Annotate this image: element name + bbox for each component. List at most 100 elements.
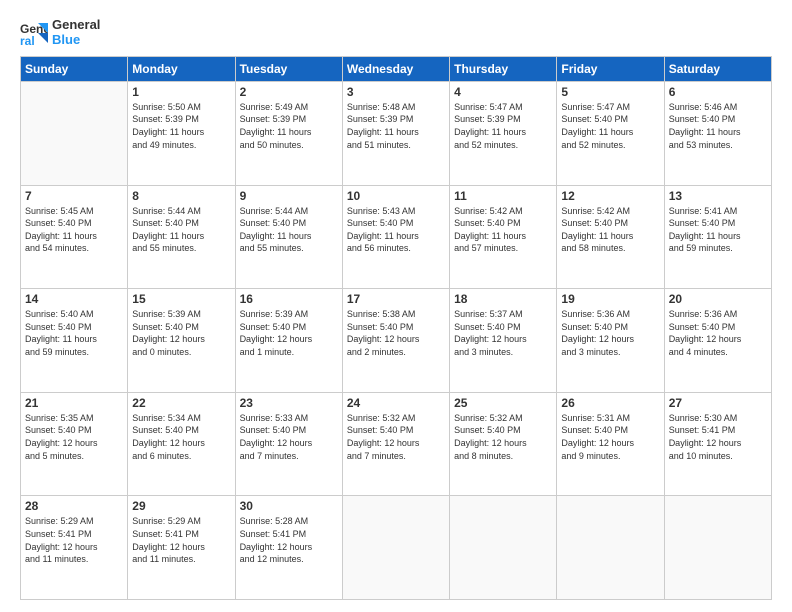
calendar-cell xyxy=(21,81,128,185)
calendar-cell: 20 Sunrise: 5:36 AM Sunset: 5:40 PM Dayli… xyxy=(664,289,771,393)
logo-general2: ral xyxy=(85,17,101,32)
calendar-cell: 21 Sunrise: 5:35 AM Sunset: 5:40 PM Dayli… xyxy=(21,392,128,496)
day-info: Sunrise: 5:39 AM Sunset: 5:40 PM Dayligh… xyxy=(132,308,230,358)
day-number: 18 xyxy=(454,292,552,306)
calendar-cell: 14 Sunrise: 5:40 AM Sunset: 5:40 PM Dayli… xyxy=(21,289,128,393)
weekday-header-tuesday: Tuesday xyxy=(235,56,342,81)
weekday-header-friday: Friday xyxy=(557,56,664,81)
week-row-3: 14 Sunrise: 5:40 AM Sunset: 5:40 PM Dayli… xyxy=(21,289,772,393)
weekday-header-sunday: Sunday xyxy=(21,56,128,81)
day-number: 7 xyxy=(25,189,123,203)
header: Gene ral General Blue xyxy=(20,18,772,48)
page: Gene ral General Blue SundayMondayTuesda… xyxy=(0,0,792,612)
day-number: 26 xyxy=(561,396,659,410)
svg-text:ral: ral xyxy=(20,34,35,47)
logo-general: Gene xyxy=(52,17,85,32)
day-number: 13 xyxy=(669,189,767,203)
logo-blue: Blue xyxy=(52,33,100,48)
day-number: 3 xyxy=(347,85,445,99)
weekday-header-wednesday: Wednesday xyxy=(342,56,449,81)
day-number: 2 xyxy=(240,85,338,99)
day-info: Sunrise: 5:44 AM Sunset: 5:40 PM Dayligh… xyxy=(240,205,338,255)
day-info: Sunrise: 5:36 AM Sunset: 5:40 PM Dayligh… xyxy=(669,308,767,358)
day-number: 25 xyxy=(454,396,552,410)
day-info: Sunrise: 5:34 AM Sunset: 5:40 PM Dayligh… xyxy=(132,412,230,462)
day-info: Sunrise: 5:38 AM Sunset: 5:40 PM Dayligh… xyxy=(347,308,445,358)
calendar-cell: 9 Sunrise: 5:44 AM Sunset: 5:40 PM Daylig… xyxy=(235,185,342,289)
calendar-cell xyxy=(664,496,771,600)
logo: Gene ral General Blue xyxy=(20,18,100,48)
calendar-cell xyxy=(450,496,557,600)
day-info: Sunrise: 5:35 AM Sunset: 5:40 PM Dayligh… xyxy=(25,412,123,462)
day-number: 28 xyxy=(25,499,123,513)
day-number: 20 xyxy=(669,292,767,306)
day-number: 22 xyxy=(132,396,230,410)
calendar-cell: 27Sunrise: 5:30 AM Sunset: 5:41 PM Dayli… xyxy=(664,392,771,496)
calendar-cell: 19 Sunrise: 5:36 AM Sunset: 5:40 PM Dayli… xyxy=(557,289,664,393)
weekday-header-saturday: Saturday xyxy=(664,56,771,81)
calendar-cell xyxy=(557,496,664,600)
week-row-5: 28 Sunrise: 5:29 AM Sunset: 5:41 PM Dayli… xyxy=(21,496,772,600)
day-info: Sunrise: 5:36 AM Sunset: 5:40 PM Dayligh… xyxy=(561,308,659,358)
calendar-cell: 24 Sunrise: 5:32 AM Sunset: 5:40 PM Dayli… xyxy=(342,392,449,496)
day-number: 16 xyxy=(240,292,338,306)
day-number: 12 xyxy=(561,189,659,203)
calendar-cell: 18 Sunrise: 5:37 AM Sunset: 5:40 PM Dayli… xyxy=(450,289,557,393)
calendar-cell: 2Sunrise: 5:49 AM Sunset: 5:39 PM Daylig… xyxy=(235,81,342,185)
calendar-cell: 26Sunrise: 5:31 AM Sunset: 5:40 PM Dayli… xyxy=(557,392,664,496)
day-info: Sunrise: 5:46 AM Sunset: 5:40 PM Dayligh… xyxy=(669,101,767,151)
day-number: 10 xyxy=(347,189,445,203)
calendar-cell: 25 Sunrise: 5:32 AM Sunset: 5:40 PM Dayli… xyxy=(450,392,557,496)
calendar-cell: 15 Sunrise: 5:39 AM Sunset: 5:40 PM Dayli… xyxy=(128,289,235,393)
day-info: Sunrise: 5:28 AM Sunset: 5:41 PM Dayligh… xyxy=(240,515,338,565)
weekday-header-monday: Monday xyxy=(128,56,235,81)
day-info: Sunrise: 5:39 AM Sunset: 5:40 PM Dayligh… xyxy=(240,308,338,358)
calendar-cell: 4 Sunrise: 5:47 AM Sunset: 5:39 PM Daylig… xyxy=(450,81,557,185)
day-info: Sunrise: 5:43 AM Sunset: 5:40 PM Dayligh… xyxy=(347,205,445,255)
calendar-cell: 22 Sunrise: 5:34 AM Sunset: 5:40 PM Dayli… xyxy=(128,392,235,496)
calendar-cell: 16 Sunrise: 5:39 AM Sunset: 5:40 PM Dayli… xyxy=(235,289,342,393)
day-number: 4 xyxy=(454,85,552,99)
day-info: Sunrise: 5:47 AM Sunset: 5:40 PM Dayligh… xyxy=(561,101,659,151)
day-number: 9 xyxy=(240,189,338,203)
day-number: 5 xyxy=(561,85,659,99)
calendar-cell: 1 Sunrise: 5:50 AM Sunset: 5:39 PM Daylig… xyxy=(128,81,235,185)
calendar-cell: 28 Sunrise: 5:29 AM Sunset: 5:41 PM Dayli… xyxy=(21,496,128,600)
day-number: 19 xyxy=(561,292,659,306)
week-row-2: 7Sunrise: 5:45 AM Sunset: 5:40 PM Daylig… xyxy=(21,185,772,289)
day-number: 21 xyxy=(25,396,123,410)
logo-icon: Gene ral xyxy=(20,19,48,47)
day-info: Sunrise: 5:32 AM Sunset: 5:40 PM Dayligh… xyxy=(454,412,552,462)
calendar-cell: 12Sunrise: 5:42 AM Sunset: 5:40 PM Dayli… xyxy=(557,185,664,289)
day-info: Sunrise: 5:29 AM Sunset: 5:41 PM Dayligh… xyxy=(132,515,230,565)
day-number: 17 xyxy=(347,292,445,306)
day-info: Sunrise: 5:48 AM Sunset: 5:39 PM Dayligh… xyxy=(347,101,445,151)
weekday-header-thursday: Thursday xyxy=(450,56,557,81)
day-info: Sunrise: 5:33 AM Sunset: 5:40 PM Dayligh… xyxy=(240,412,338,462)
week-row-4: 21 Sunrise: 5:35 AM Sunset: 5:40 PM Dayli… xyxy=(21,392,772,496)
day-info: Sunrise: 5:37 AM Sunset: 5:40 PM Dayligh… xyxy=(454,308,552,358)
day-info: Sunrise: 5:44 AM Sunset: 5:40 PM Dayligh… xyxy=(132,205,230,255)
day-info: Sunrise: 5:32 AM Sunset: 5:40 PM Dayligh… xyxy=(347,412,445,462)
calendar-cell: 13 Sunrise: 5:41 AM Sunset: 5:40 PM Dayli… xyxy=(664,185,771,289)
day-info: Sunrise: 5:50 AM Sunset: 5:39 PM Dayligh… xyxy=(132,101,230,151)
day-info: Sunrise: 5:29 AM Sunset: 5:41 PM Dayligh… xyxy=(25,515,123,565)
calendar-cell: 3 Sunrise: 5:48 AM Sunset: 5:39 PM Daylig… xyxy=(342,81,449,185)
week-row-1: 1 Sunrise: 5:50 AM Sunset: 5:39 PM Daylig… xyxy=(21,81,772,185)
day-info: Sunrise: 5:42 AM Sunset: 5:40 PM Dayligh… xyxy=(454,205,552,255)
day-number: 15 xyxy=(132,292,230,306)
day-info: Sunrise: 5:40 AM Sunset: 5:40 PM Dayligh… xyxy=(25,308,123,358)
calendar-cell: 8 Sunrise: 5:44 AM Sunset: 5:40 PM Daylig… xyxy=(128,185,235,289)
day-number: 27 xyxy=(669,396,767,410)
calendar-cell: 7Sunrise: 5:45 AM Sunset: 5:40 PM Daylig… xyxy=(21,185,128,289)
calendar-cell: 5 Sunrise: 5:47 AM Sunset: 5:40 PM Daylig… xyxy=(557,81,664,185)
day-number: 14 xyxy=(25,292,123,306)
day-info: Sunrise: 5:47 AM Sunset: 5:39 PM Dayligh… xyxy=(454,101,552,151)
day-number: 24 xyxy=(347,396,445,410)
day-number: 1 xyxy=(132,85,230,99)
day-number: 8 xyxy=(132,189,230,203)
calendar-table: SundayMondayTuesdayWednesdayThursdayFrid… xyxy=(20,56,772,600)
day-info: Sunrise: 5:41 AM Sunset: 5:40 PM Dayligh… xyxy=(669,205,767,255)
weekday-header-row: SundayMondayTuesdayWednesdayThursdayFrid… xyxy=(21,56,772,81)
calendar-cell: 6Sunrise: 5:46 AM Sunset: 5:40 PM Daylig… xyxy=(664,81,771,185)
